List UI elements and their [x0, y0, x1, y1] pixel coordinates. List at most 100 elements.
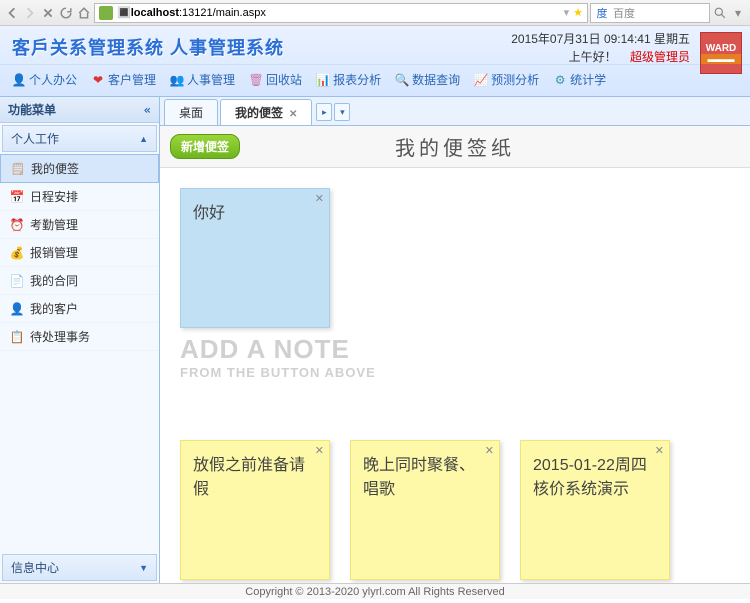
collapse-button[interactable]: « — [144, 103, 151, 117]
menu-label: 我的便签 — [31, 160, 79, 177]
sidebar: 功能菜单 « 个人工作 ▲ 🗒 我的便签 📅 日程安排 ⏰ 考勤管理 💰报销管理 📄我… — [0, 97, 160, 583]
ward-sub: ▬▬▬ — [701, 54, 741, 64]
placeholder-text: ADD A NOTE FROM THE BUTTON ABOVE — [180, 334, 376, 380]
page-title: 我的便签纸 — [395, 132, 515, 161]
placeholder-line2: FROM THE BUTTON ABOVE — [180, 365, 376, 380]
trash-icon: 🗑 — [249, 73, 263, 87]
ward-badge[interactable]: WARD ▬▬▬ — [700, 32, 742, 74]
note-toolbar: 新增便签 我的便签纸 — [160, 126, 750, 168]
sticky-note[interactable]: ✕ 放假之前准备请假 — [180, 440, 330, 580]
home-button[interactable] — [76, 5, 92, 21]
note-text: 放假之前准备请假 — [193, 457, 305, 498]
tab-desktop[interactable]: 桌面 — [164, 99, 218, 125]
url-host: localhost — [131, 7, 179, 19]
bookmark-icon[interactable]: ★ — [573, 6, 583, 19]
url-rest: :13121/main.aspx — [179, 7, 266, 19]
note-close-icon[interactable]: ✕ — [485, 444, 494, 457]
nav-label: 个人办公 — [29, 71, 77, 88]
nav-data-query[interactable]: 🔍数据查询 — [391, 69, 464, 90]
nav-customer-mgmt[interactable]: ❤客户管理 — [87, 69, 160, 90]
nav-label: 统计学 — [570, 71, 606, 88]
clock-icon: ⏰ — [10, 218, 24, 232]
menu-attendance[interactable]: ⏰ 考勤管理 — [0, 211, 159, 239]
sticky-note[interactable]: ✕ 你好 — [180, 188, 330, 328]
note-close-icon[interactable]: ✕ — [315, 192, 324, 205]
footer: Copyright © 2013-2020 ylyrl.com All Righ… — [0, 583, 750, 599]
browser-search[interactable]: 度 百度 — [590, 3, 710, 23]
nav-label: 数据查询 — [412, 71, 460, 88]
section-label: 个人工作 — [11, 130, 59, 147]
chart-icon: 📊 — [316, 73, 330, 87]
nav-stats[interactable]: ⚙统计学 — [549, 69, 610, 90]
nav-forecast[interactable]: 📈预测分析 — [470, 69, 543, 90]
reload-button[interactable] — [58, 5, 74, 21]
sticky-note[interactable]: ✕ 晚上同时聚餐、唱歌 — [350, 440, 500, 580]
content-area: 桌面 我的便签✕ ▸ ▾ 新增便签 我的便签纸 ✕ 你好 ADD A NOTE — [160, 97, 750, 583]
note-text: 晚上同时聚餐、唱歌 — [363, 457, 475, 498]
menu-list: 🗒 我的便签 📅 日程安排 ⏰ 考勤管理 💰报销管理 📄我的合同 👤 我的客户 📋待处理… — [0, 154, 159, 552]
menu-my-customers[interactable]: 👤 我的客户 — [0, 295, 159, 323]
nav-report[interactable]: 📊报表分析 — [312, 69, 385, 90]
nav-label: 预测分析 — [491, 71, 539, 88]
status-block: 2015年07月31日 09:14:41 星期五 上午好！ 超级管理员 — [511, 30, 690, 66]
menu-my-notes[interactable]: 🗒 我的便签 — [0, 154, 159, 183]
menu-button[interactable]: ▾ — [730, 5, 746, 21]
menu-label: 考勤管理 — [30, 216, 78, 233]
nav-label: 人事管理 — [187, 71, 235, 88]
go-button[interactable] — [712, 5, 728, 21]
site-identity-icon — [99, 6, 113, 20]
chevron-down-icon: ▼ — [139, 563, 148, 573]
note-close-icon[interactable]: ✕ — [655, 444, 664, 457]
menu-label: 日程安排 — [30, 188, 78, 205]
main-nav: 👤个人办公 ❤客户管理 👥人事管理 🗑回收站 📊报表分析 🔍数据查询 📈预测分析… — [0, 64, 750, 96]
dropdown-icon[interactable]: ▾ — [564, 6, 570, 19]
tab-label: 桌面 — [179, 106, 203, 120]
menu-label: 我的客户 — [30, 300, 78, 317]
address-bar[interactable]: 🔳 localhost:13121/main.aspx ▾ ★ — [94, 3, 588, 23]
menu-schedule[interactable]: 📅 日程安排 — [0, 183, 159, 211]
people-icon: 👥 — [170, 73, 184, 87]
greeting-label: 上午好！ — [569, 50, 617, 64]
heart-icon: ❤ — [91, 73, 105, 87]
note-icon: 🗒 — [11, 162, 25, 176]
note-close-icon[interactable]: ✕ — [315, 444, 324, 457]
ward-text: WARD — [706, 43, 737, 54]
accordion-personal-work[interactable]: 个人工作 ▲ — [2, 125, 157, 152]
menu-my-contracts[interactable]: 📄我的合同 — [0, 267, 159, 295]
notes-area: ✕ 你好 ADD A NOTE FROM THE BUTTON ABOVE ✕ … — [160, 168, 750, 583]
nav-hr-mgmt[interactable]: 👥人事管理 — [166, 69, 239, 90]
browser-toolbar: 🔳 localhost:13121/main.aspx ▾ ★ 度 百度 ▾ — [0, 0, 750, 26]
datetime-label: 2015年07月31日 09:14:41 星期五 — [511, 30, 690, 48]
menu-pending[interactable]: 📋待处理事务 — [0, 323, 159, 351]
sidebar-title: 功能菜单 — [8, 101, 56, 118]
stop-button[interactable] — [40, 5, 56, 21]
chevron-up-icon: ▲ — [139, 134, 148, 144]
tab-menu[interactable]: ▾ — [334, 103, 350, 121]
menu-label: 我的合同 — [30, 272, 78, 289]
sticky-note[interactable]: ✕ 2015-01-22周四 核价系统演示 — [520, 440, 670, 580]
back-button[interactable] — [4, 5, 20, 21]
tabs-row: 桌面 我的便签 ✕ ▸ ▾ — [160, 97, 750, 126]
menu-reimburse[interactable]: 💰报销管理 — [0, 239, 159, 267]
db-icon: 🔍 — [395, 73, 409, 87]
tab-scroll-right[interactable]: ▸ — [316, 103, 332, 121]
nav-label: 报表分析 — [333, 71, 381, 88]
new-note-button[interactable]: 新增便签 — [170, 134, 240, 159]
accordion-info-center[interactable]: 信息中心 ▼ — [2, 554, 157, 581]
calendar-icon: 📅 — [10, 190, 24, 204]
tab-my-notes[interactable]: 我的便签 ✕ — [220, 99, 312, 125]
close-icon[interactable]: ✕ — [289, 109, 297, 120]
person-icon: 👤 — [12, 73, 26, 87]
section-label: 信息中心 — [11, 559, 59, 576]
sidebar-header: 功能菜单 « — [0, 97, 159, 123]
task-icon: 📋 — [10, 330, 24, 344]
role-link[interactable]: 超级管理员 — [630, 50, 690, 64]
tab-label: 我的便签 — [235, 106, 283, 120]
forecast-icon: 📈 — [474, 73, 488, 87]
nav-personal-office[interactable]: 👤个人办公 — [8, 69, 81, 90]
baidu-icon: 度 — [595, 6, 609, 20]
user-icon: 👤 — [10, 302, 24, 316]
forward-button[interactable] — [22, 5, 38, 21]
nav-recycle[interactable]: 🗑回收站 — [245, 69, 306, 90]
app-header: 客戶关系管理系统 人事管理系统 2015年07月31日 09:14:41 星期五… — [0, 26, 750, 96]
